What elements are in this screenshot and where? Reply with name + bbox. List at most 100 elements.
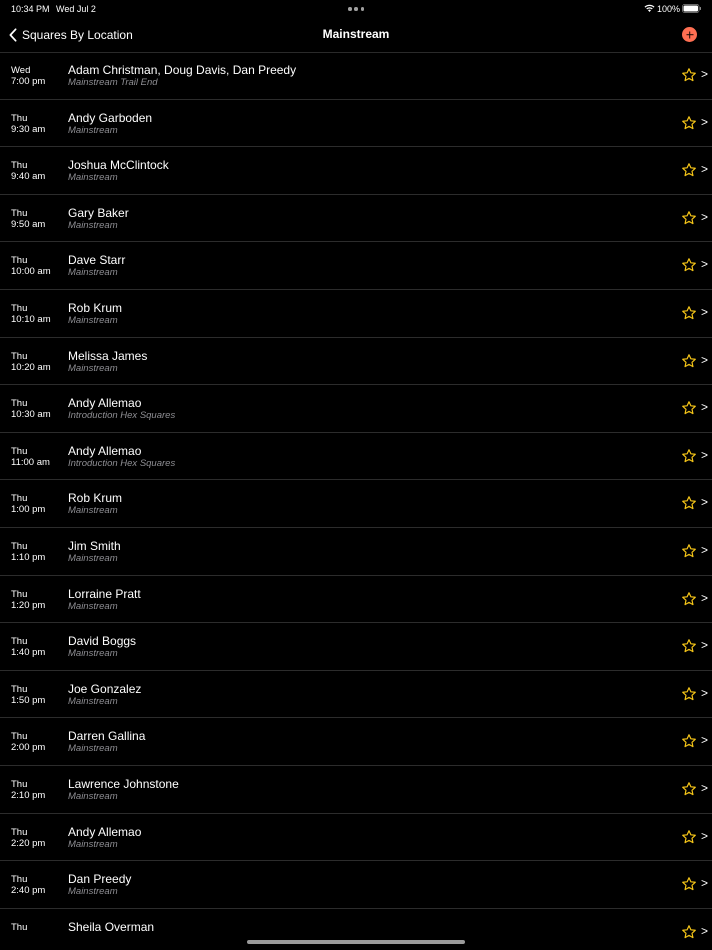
session-row[interactable]: Thu 10:20 am Melissa James Mainstream > — [0, 338, 712, 386]
disclosure-chevron: > — [701, 733, 709, 748]
session-row[interactable]: Thu 1:50 pm Joe Gonzalez Mainstream > — [0, 671, 712, 719]
disclosure-chevron: > — [701, 685, 709, 700]
session-caller: Sheila Overman — [68, 919, 155, 934]
wifi-icon — [644, 4, 655, 12]
session-row[interactable]: Thu 1:20 pm Lorraine Pratt Mainstream > — [0, 576, 712, 624]
session-caller: Dan Preedy — [68, 872, 132, 887]
disclosure-chevron: > — [701, 876, 709, 891]
session-caller: Lorraine Pratt — [68, 586, 141, 601]
session-row[interactable]: Thu 1:00 pm Rob Krum Mainstream > — [0, 480, 712, 528]
disclosure-chevron: > — [701, 542, 709, 557]
session-day: Thu — [11, 778, 28, 790]
disclosure-chevron: > — [701, 400, 709, 415]
session-time: 9:30 am — [11, 123, 46, 135]
session-time: 1:50 pm — [11, 694, 46, 706]
session-row[interactable]: Thu 10:00 am Dave Starr Mainstream > — [0, 242, 712, 290]
session-day: Thu — [11, 826, 28, 838]
session-program: Mainstream — [68, 219, 118, 231]
session-caller: Andy Allemao — [68, 824, 142, 839]
session-program: Mainstream — [68, 552, 118, 564]
session-day: Thu — [11, 112, 28, 124]
star-icon[interactable] — [681, 543, 697, 559]
home-indicator[interactable] — [247, 940, 465, 944]
star-icon[interactable] — [681, 733, 697, 749]
session-time: 7:00 pm — [11, 76, 46, 87]
session-row[interactable]: Thu 10:30 am Andy Allemao Introduction Hex … — [0, 385, 712, 433]
session-row[interactable]: Thu 2:40 pm Dan Preedy Mainstream > — [0, 861, 712, 909]
session-row[interactable]: Thu 9:30 am Andy Garboden Mainstream > — [0, 100, 712, 148]
session-program: Introduction Hex Squares — [68, 457, 176, 469]
session-row[interactable]: Thu 9:50 am Gary Baker Mainstream > — [0, 195, 712, 243]
multitask-dots-icon[interactable] — [348, 7, 364, 11]
session-time: 1:40 pm — [11, 647, 46, 659]
star-icon[interactable] — [681, 210, 697, 226]
session-time: 10:00 am — [11, 266, 51, 278]
session-day: Thu — [11, 445, 28, 457]
disclosure-chevron: > — [701, 304, 709, 319]
session-day: Thu — [11, 493, 28, 505]
session-caller: Gary Baker — [68, 205, 129, 220]
battery-full-icon — [682, 4, 701, 13]
status-bar: 10:34 PM Wed Jul 2 100% — [0, 0, 712, 18]
star-icon[interactable] — [681, 67, 697, 83]
star-icon[interactable] — [681, 495, 697, 511]
session-row[interactable]: Thu 2:00 pm Darren Gallina Mainstream > — [0, 718, 712, 766]
disclosure-chevron: > — [701, 209, 709, 224]
star-icon[interactable] — [681, 257, 697, 273]
session-time: 1:20 pm — [11, 599, 46, 611]
session-row[interactable]: Thu 1:40 pm David Boggs Mainstream > — [0, 623, 712, 671]
session-day: Thu — [11, 540, 28, 552]
session-program: Mainstream — [68, 505, 118, 517]
session-program: Mainstream — [68, 790, 118, 802]
session-row[interactable]: Thu 1:10 pm Jim Smith Mainstream > — [0, 528, 712, 576]
session-day: Thu — [11, 255, 28, 267]
star-icon[interactable] — [681, 162, 697, 178]
star-icon[interactable] — [681, 781, 697, 797]
disclosure-chevron: > — [701, 447, 709, 462]
session-day: Thu — [11, 683, 28, 695]
session-caller: Joshua McClintock — [68, 158, 169, 173]
disclosure-chevron: > — [701, 162, 709, 177]
session-day: Thu — [11, 398, 28, 410]
disclosure-chevron: > — [701, 257, 709, 272]
disclosure-chevron: > — [701, 114, 709, 129]
star-icon[interactable] — [681, 305, 697, 321]
session-time: 2:00 pm — [11, 742, 46, 754]
star-icon[interactable] — [681, 829, 697, 845]
star-icon[interactable] — [681, 353, 697, 369]
session-day: Thu — [11, 207, 28, 219]
session-row[interactable]: Thu 10:10 am Rob Krum Mainstream > — [0, 290, 712, 338]
star-icon[interactable] — [681, 591, 697, 607]
star-icon[interactable] — [681, 686, 697, 702]
session-row[interactable]: Thu 11:00 am Andy Allemao Introduction Hex … — [0, 433, 712, 481]
star-icon[interactable] — [681, 638, 697, 654]
star-icon[interactable] — [681, 115, 697, 131]
session-time: 9:40 am — [11, 171, 46, 183]
session-time: 1:00 pm — [11, 504, 46, 516]
session-row[interactable]: Thu 2:20 pm Andy Allemao Mainstream > — [0, 814, 712, 862]
navigation-bar: Squares By Location Mainstream — [0, 18, 712, 53]
star-icon[interactable] — [681, 876, 697, 892]
session-caller: Andy Allemao — [68, 443, 142, 458]
star-icon[interactable] — [681, 400, 697, 416]
session-caller: David Boggs — [68, 634, 137, 649]
page-title: Mainstream — [322, 27, 390, 41]
plus-circle-icon[interactable] — [682, 27, 697, 42]
session-day: Thu — [11, 731, 28, 743]
star-icon[interactable] — [681, 924, 697, 940]
session-program: Mainstream — [68, 314, 118, 326]
session-program: Introduction Hex Squares — [68, 410, 176, 422]
battery-percent: 100% — [657, 4, 681, 14]
session-program: Mainstream — [68, 267, 118, 279]
session-program: Mainstream — [68, 648, 118, 660]
status-date: Wed Jul 2 — [56, 4, 96, 14]
session-row[interactable]: Thu 9:40 am Joshua McClintock Mainstream > — [0, 147, 712, 195]
session-time: 1:10 pm — [11, 551, 46, 563]
session-row[interactable]: Wed 7:00 pm Adam Christman, Doug Davis, Da… — [0, 52, 712, 100]
session-caller: Darren Gallina — [68, 729, 146, 744]
star-icon[interactable] — [681, 448, 697, 464]
disclosure-chevron: > — [701, 923, 709, 938]
session-day: Thu — [11, 588, 28, 600]
session-time: 10:30 am — [11, 409, 51, 421]
session-row[interactable]: Thu 2:10 pm Lawrence Johnstone Mainstream > — [0, 766, 712, 814]
